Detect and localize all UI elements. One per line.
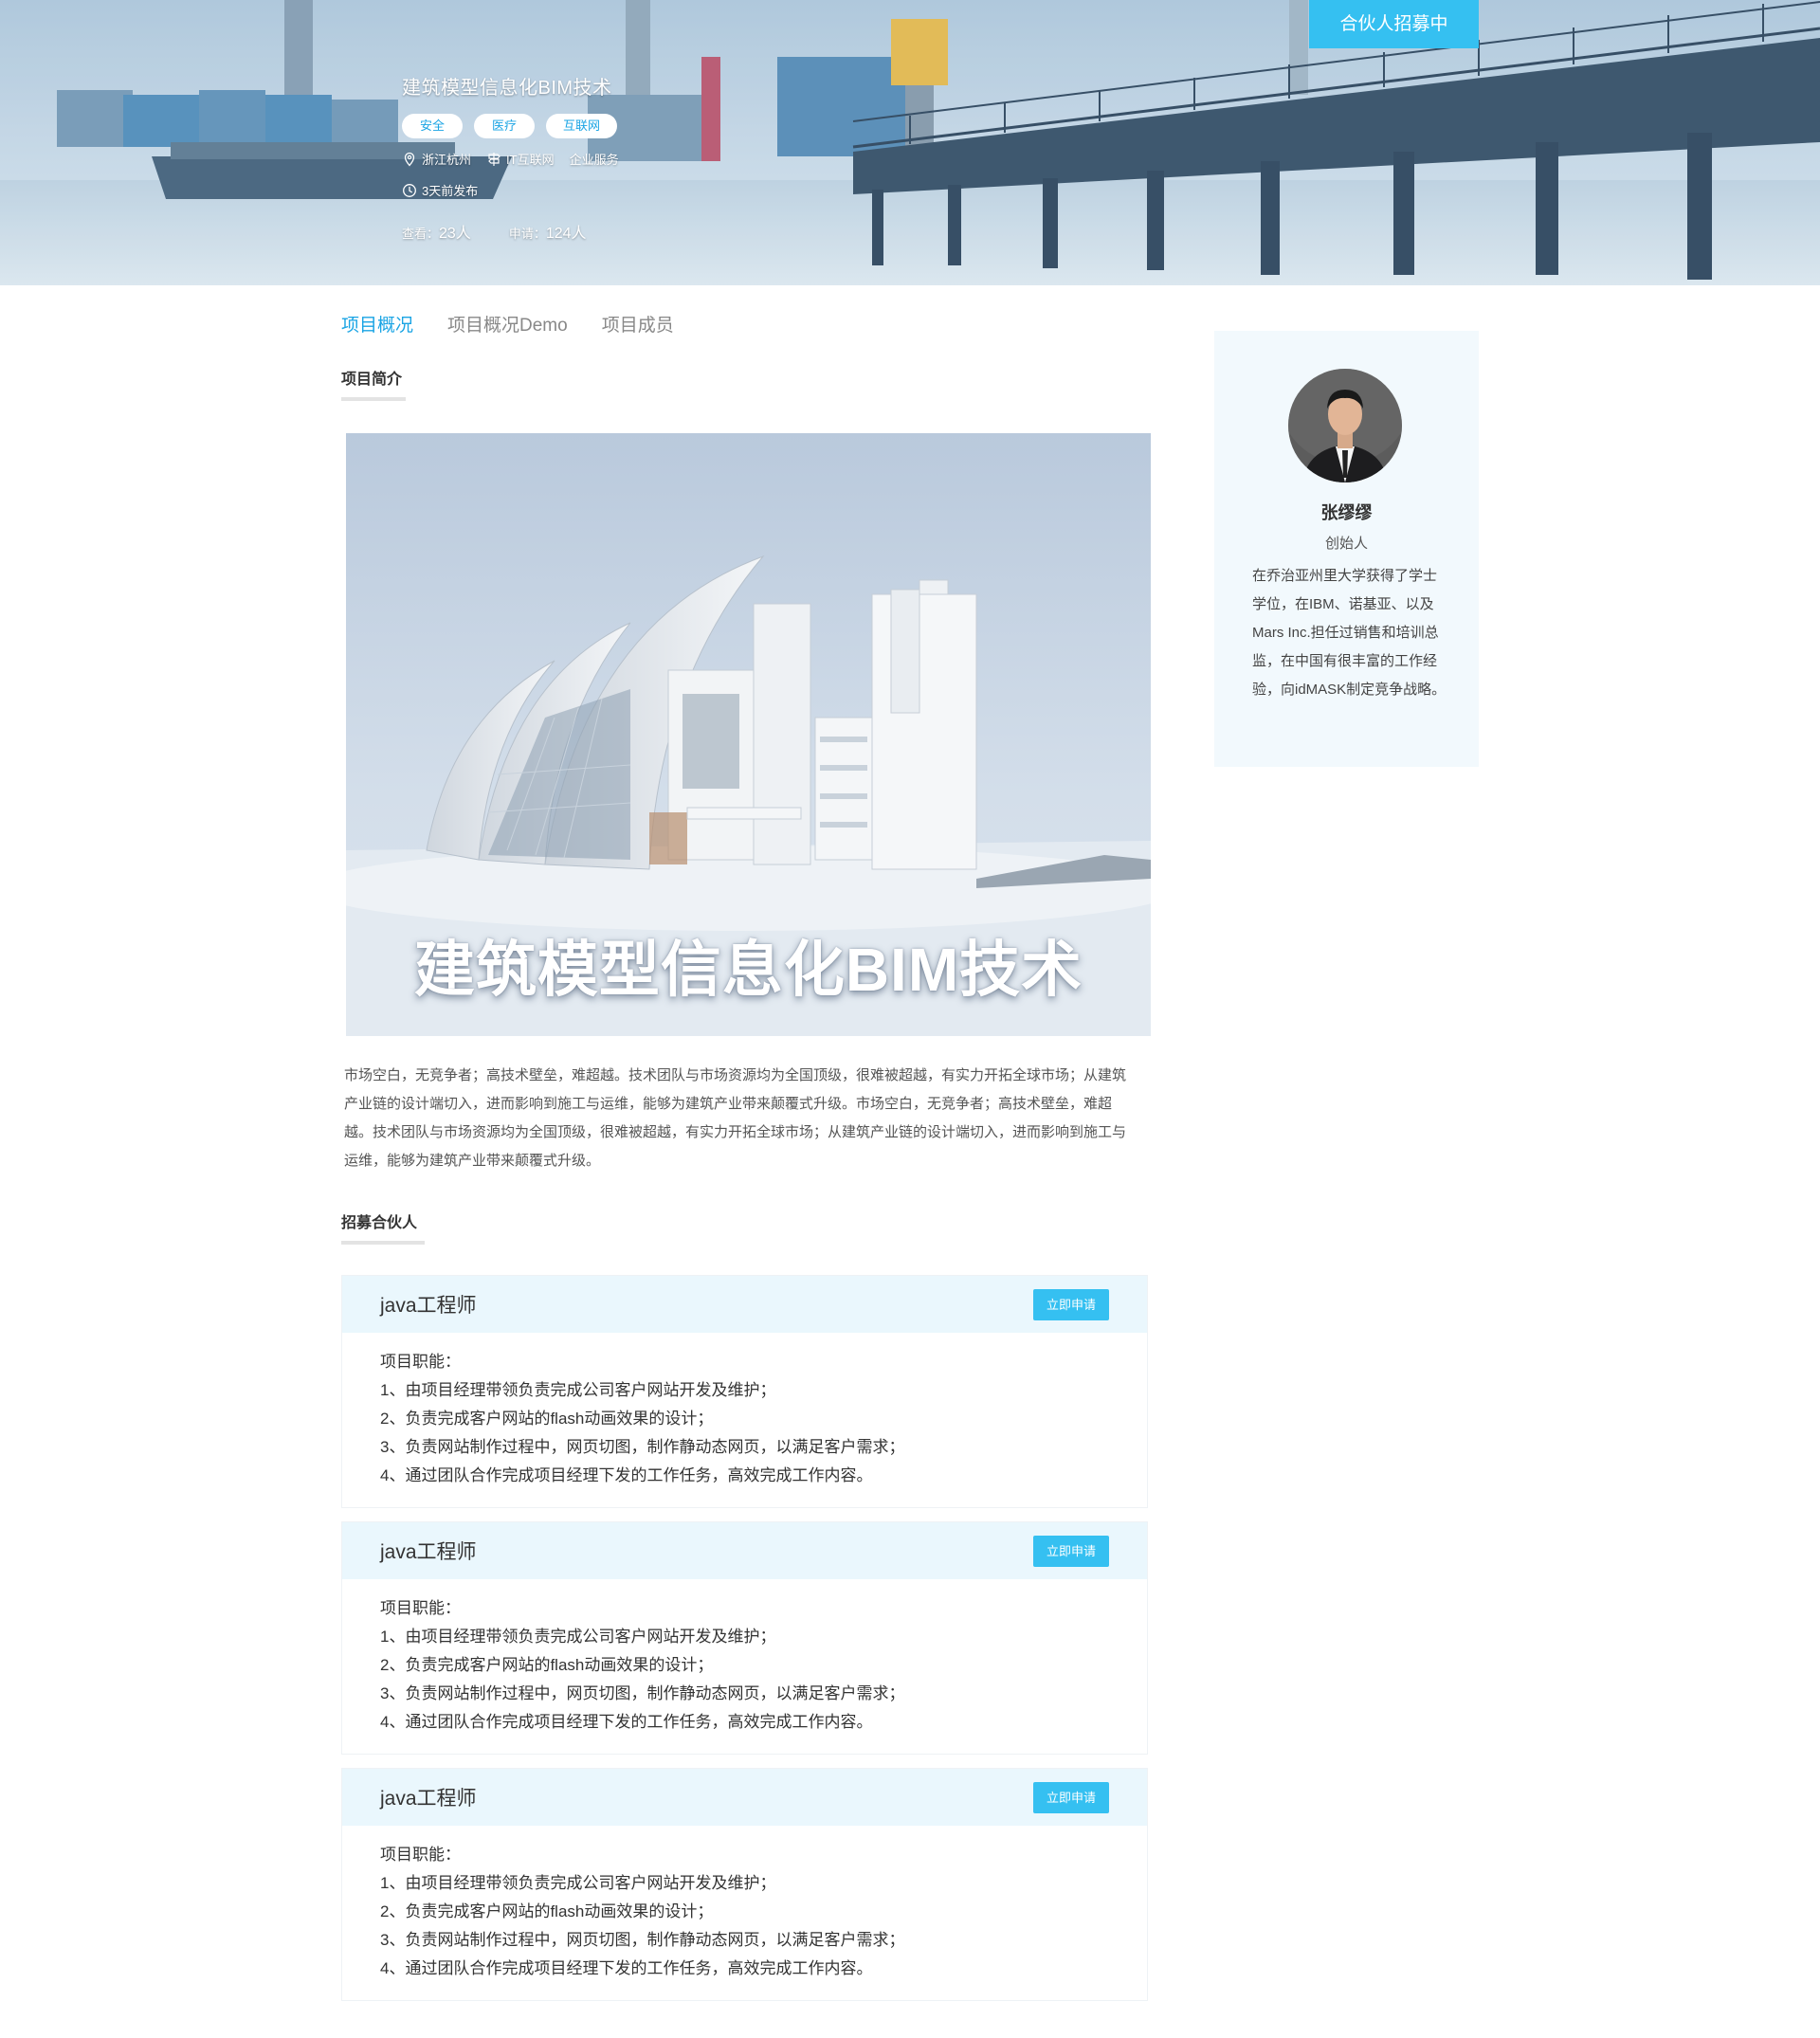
duty-item: 2、负责完成客户网站的flash动画效果的设计； — [380, 1902, 714, 1920]
recruit-heading-text: 招募合伙人 — [341, 1215, 418, 1231]
project-title: 建筑模型信息化BIM技术 — [402, 78, 612, 99]
duties-label: 项目职能： — [380, 1599, 461, 1617]
recruit-heading: 招募合伙人 — [341, 1210, 425, 1245]
founder-role: 创始人 — [1324, 536, 1368, 552]
duty-item: 3、负责网站制作过程中，网页切图，制作静动态网页，以满足客户需求； — [380, 1438, 905, 1456]
job-title: java工程师 — [380, 1295, 477, 1317]
duty-item: 2、负责完成客户网站的flash动画效果的设计； — [380, 1410, 714, 1428]
category-text: 企业服务 — [569, 153, 619, 167]
avatar[interactable] — [1288, 369, 1402, 482]
duty-item: 1、由项目经理带领负责完成公司客户网站开发及维护； — [380, 1874, 776, 1892]
industry-text: IT互联网 — [506, 153, 555, 167]
founder-card: 张缪缪 创始人 在乔治亚州里大学获得了学士学位，在IBM、诺基亚、以及Mars … — [1214, 331, 1479, 767]
job-title: java工程师 — [380, 1788, 477, 1810]
job-duties: 项目职能： 1、由项目经理带领负责完成公司客户网站开发及维护； 2、负责完成客户… — [342, 1826, 1147, 2000]
job-duties: 项目职能： 1、由项目经理带领负责完成公司客户网站开发及维护； 2、负责完成客户… — [342, 1579, 1147, 1754]
tab-overview[interactable]: 项目概况 — [341, 311, 413, 337]
hero-banner: 建筑模型信息化BIM技术 安全 医疗 互联网 浙江杭州 IT互联网 企业服务 3… — [0, 0, 1820, 285]
project-meta: 浙江杭州 IT互联网 企业服务 — [402, 150, 634, 168]
intro-heading-text: 项目简介 — [341, 372, 403, 388]
recruiting-button[interactable]: 合伙人招募中 — [1309, 0, 1479, 48]
duty-item: 4、通过团队合作完成项目经理下发的工作任务，高效完成工作内容。 — [380, 1466, 873, 1484]
industry: IT互联网 — [486, 150, 555, 168]
project-stats: 查看：23人 申请：124人 — [402, 220, 634, 243]
cover-overlay-title: 建筑模型信息化BIM技术 — [413, 936, 1083, 1004]
hero-info: 建筑模型信息化BIM技术 安全 医疗 互联网 浙江杭州 IT互联网 企业服务 3… — [402, 72, 634, 243]
clock-icon — [403, 183, 416, 197]
job-card: java工程师 立即申请 项目职能： 1、由项目经理带领负责完成公司客户网站开发… — [341, 1521, 1148, 1755]
applies-stat: 申请：124人 — [509, 220, 587, 243]
job-card: java工程师 立即申请 项目职能： 1、由项目经理带领负责完成公司客户网站开发… — [341, 1768, 1148, 2001]
applies-label: 申请： — [508, 227, 546, 241]
intro-paragraph: 市场空白，无竞争者；高技术壁垒，难超越。技术团队与市场资源均为全国顶级，很难被超… — [344, 1067, 1127, 1169]
job-header: java工程师 立即申请 — [342, 1276, 1147, 1333]
tag-list: 安全 医疗 互联网 — [402, 114, 634, 138]
tag-medical[interactable]: 医疗 — [474, 114, 535, 138]
apply-button[interactable]: 立即申请 — [1033, 1288, 1109, 1320]
tab-overview-demo[interactable]: 项目概况Demo — [447, 311, 568, 337]
signpost-icon — [488, 152, 500, 166]
posted-time: 3天前发布 — [402, 181, 634, 199]
views-stat: 查看：23人 — [402, 220, 471, 243]
views-label: 查看： — [402, 227, 440, 241]
location-text: 浙江杭州 — [422, 153, 472, 167]
job-header: java工程师 立即申请 — [342, 1522, 1147, 1579]
project-tabs: 项目概况 项目概况Demo 项目成员 — [341, 311, 708, 337]
apply-button[interactable]: 立即申请 — [1033, 1781, 1109, 1813]
duty-item: 3、负责网站制作过程中，网页切图，制作静动态网页，以满足客户需求； — [380, 1684, 905, 1702]
job-title: java工程师 — [380, 1541, 477, 1563]
job-header: java工程师 立即申请 — [342, 1769, 1147, 1826]
tag-internet[interactable]: 互联网 — [546, 114, 618, 138]
founder-bio: 在乔治亚州里大学获得了学士学位，在IBM、诺基亚、以及Mars Inc.担任过销… — [1252, 568, 1447, 698]
intro-heading: 项目简介 — [341, 366, 406, 401]
founder-name: 张缪缪 — [1320, 503, 1373, 522]
location: 浙江杭州 — [402, 150, 471, 168]
tag-safety[interactable]: 安全 — [402, 114, 463, 138]
duty-item: 4、通过团队合作完成项目经理下发的工作任务，高效完成工作内容。 — [380, 1713, 873, 1731]
duty-item: 1、由项目经理带领负责完成公司客户网站开发及维护； — [380, 1628, 776, 1646]
location-pin-icon — [404, 152, 415, 166]
duty-item: 4、通过团队合作完成项目经理下发的工作任务，高效完成工作内容。 — [380, 1959, 873, 1977]
duty-item: 2、负责完成客户网站的flash动画效果的设计； — [380, 1656, 714, 1674]
heading-underline — [341, 397, 406, 401]
tab-members[interactable]: 项目成员 — [602, 311, 674, 337]
duty-item: 1、由项目经理带领负责完成公司客户网站开发及维护； — [380, 1381, 776, 1399]
applies-value: 124人 — [545, 226, 587, 242]
views-value: 23人 — [439, 226, 471, 242]
apply-button[interactable]: 立即申请 — [1033, 1535, 1109, 1567]
duties-label: 项目职能： — [380, 1846, 461, 1864]
hero-background-image — [0, 0, 1820, 285]
person-portrait-icon — [1288, 369, 1402, 482]
duties-label: 项目职能： — [380, 1353, 461, 1371]
project-cover-image: 建筑模型信息化BIM技术 — [346, 433, 1151, 1036]
heading-underline — [341, 1241, 425, 1245]
job-card: java工程师 立即申请 项目职能： 1、由项目经理带领负责完成公司客户网站开发… — [341, 1275, 1148, 1508]
job-duties: 项目职能： 1、由项目经理带领负责完成公司客户网站开发及维护； 2、负责完成客户… — [342, 1333, 1147, 1507]
duty-item: 3、负责网站制作过程中，网页切图，制作静动态网页，以满足客户需求； — [380, 1931, 905, 1949]
posted-text: 3天前发布 — [422, 184, 479, 198]
